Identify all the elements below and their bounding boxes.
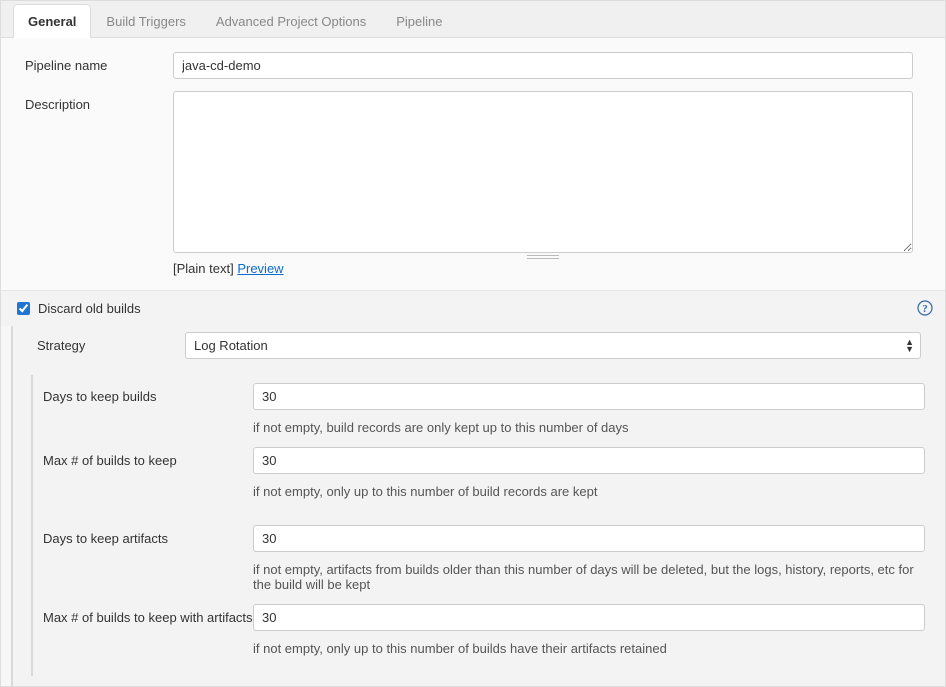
days-to-keep-builds-input[interactable]: [253, 383, 925, 410]
days-to-keep-builds-label: Days to keep builds: [43, 383, 253, 404]
max-builds-artifacts-help: if not empty, only up to this number of …: [33, 635, 945, 668]
strategy-select[interactable]: Log Rotation: [185, 332, 921, 359]
tab-pipeline[interactable]: Pipeline: [381, 4, 457, 38]
discard-old-builds-row: Discard old builds ?: [1, 290, 945, 326]
description-format-hint: [Plain text] Preview: [173, 261, 913, 276]
pipeline-name-input[interactable]: [173, 52, 913, 79]
strategy-row: Strategy Log Rotation ▲▼: [11, 326, 945, 371]
days-keep-artifacts-help: if not empty, artifacts from builds olde…: [33, 556, 945, 604]
description-label: Description: [25, 91, 173, 112]
plain-text-label: [Plain text]: [173, 261, 234, 276]
help-icon[interactable]: ?: [917, 300, 933, 316]
discard-old-builds-label: Discard old builds: [38, 301, 141, 316]
tab-build-triggers[interactable]: Build Triggers: [91, 4, 200, 38]
days-keep-artifacts-input[interactable]: [253, 525, 925, 552]
tab-content-general: Pipeline name Description [Plain text] P…: [1, 38, 945, 686]
max-builds-keep-label: Max # of builds to keep: [43, 447, 253, 468]
pipeline-name-label: Pipeline name: [25, 52, 173, 73]
max-builds-artifacts-input[interactable]: [253, 604, 925, 631]
tab-advanced-options[interactable]: Advanced Project Options: [201, 4, 381, 38]
general-form-section: Pipeline name Description [Plain text] P…: [1, 38, 945, 290]
max-builds-artifacts-label: Max # of builds to keep with artifacts: [43, 604, 253, 625]
description-textarea[interactable]: [173, 91, 913, 253]
discard-old-builds-checkbox[interactable]: [17, 302, 30, 315]
resize-grip-icon[interactable]: [527, 255, 559, 259]
log-rotation-section: Days to keep builds if not empty, build …: [11, 371, 945, 686]
days-to-keep-builds-help: if not empty, build records are only kep…: [33, 414, 945, 447]
config-tabs: General Build Triggers Advanced Project …: [1, 1, 945, 38]
tab-general[interactable]: General: [13, 4, 91, 38]
preview-link[interactable]: Preview: [237, 261, 283, 276]
log-rotation-fields: Days to keep builds if not empty, build …: [31, 375, 945, 676]
max-builds-keep-input[interactable]: [253, 447, 925, 474]
strategy-label: Strategy: [37, 338, 185, 353]
config-panel: General Build Triggers Advanced Project …: [0, 0, 946, 687]
svg-text:?: ?: [922, 303, 928, 315]
days-keep-artifacts-label: Days to keep artifacts: [43, 525, 253, 546]
max-builds-keep-help: if not empty, only up to this number of …: [33, 478, 945, 511]
